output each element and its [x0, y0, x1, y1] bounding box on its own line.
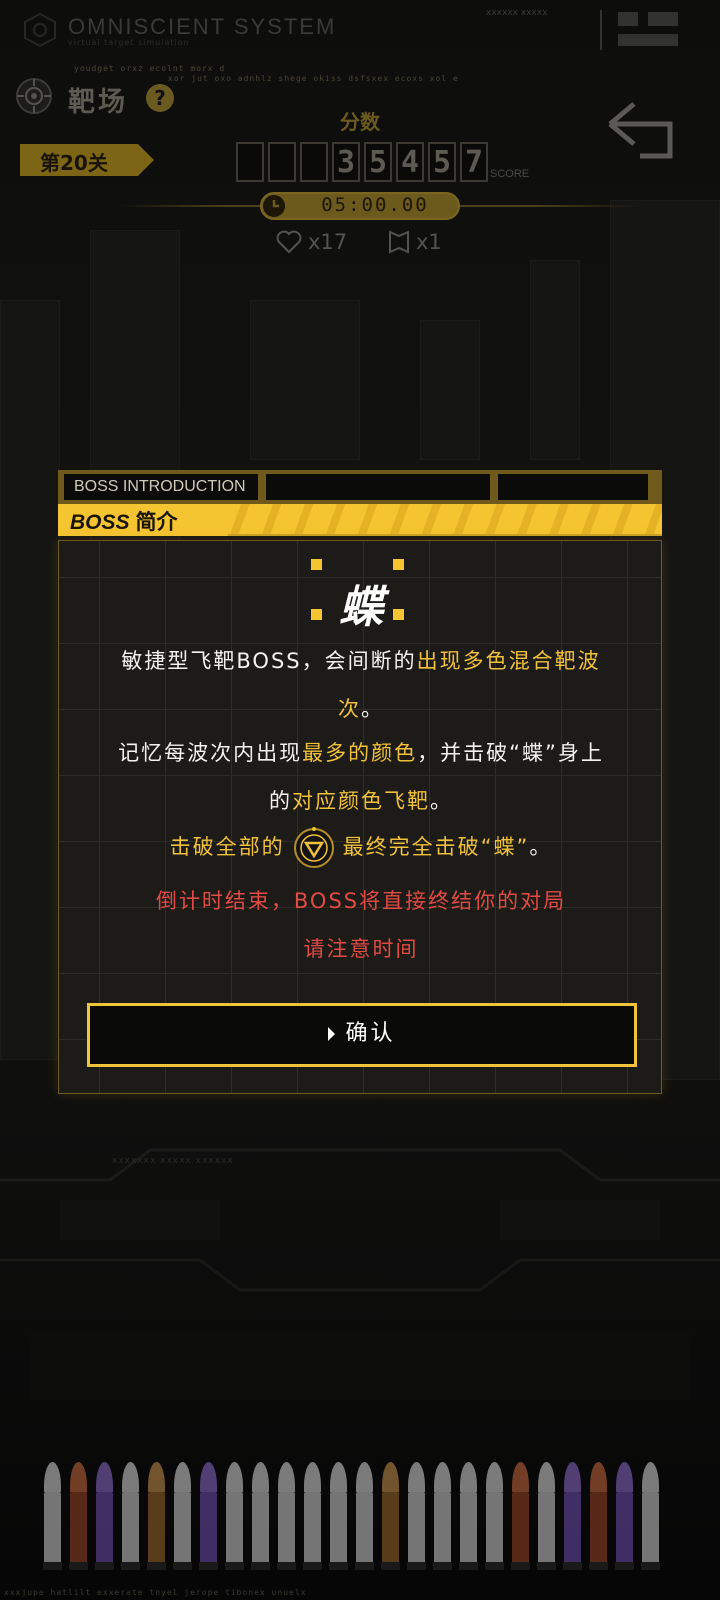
warning-line-1: 倒计时结束，BOSS将直接终结你的对局 — [155, 889, 567, 913]
play-arrow-icon — [328, 1027, 336, 1041]
ammo-bullet-icon — [329, 1462, 348, 1570]
ammo-bullet-icon — [355, 1462, 374, 1570]
score-display: 3 5 4 5 7 — [236, 142, 488, 182]
description-paragraph-1: 敏捷型飞靶BOSS，会间断的出现多色混合靶波 次。 — [79, 637, 643, 733]
score-digit: 7 — [460, 142, 488, 182]
background-console — [0, 1148, 720, 1400]
background-building — [250, 300, 360, 460]
ammo-bullet-icon — [615, 1462, 634, 1570]
description-text: 。 — [361, 697, 384, 721]
description-text: ，并击破“蝶”身上 — [417, 741, 604, 765]
ammo-bullet-icon — [173, 1462, 192, 1570]
ammo-bullet-icon — [641, 1462, 660, 1570]
description-highlight: 对应颜色飞靶 — [292, 789, 430, 813]
background-building — [0, 300, 60, 1060]
background-building — [420, 320, 480, 460]
system-title: OMNISCIENT SYSTEM — [68, 14, 337, 39]
bottom-ticker: xxxjupe hatlilt exxerate tnyel jerope ti… — [4, 1588, 307, 1597]
boss-core-target-icon — [293, 827, 334, 868]
ammo-bullet-icon — [485, 1462, 504, 1570]
shields-counter: x1 — [388, 230, 442, 254]
description-highlight: 击破全部的 — [169, 835, 285, 859]
ammo-bullet-icon — [251, 1462, 270, 1570]
shields-count: x1 — [416, 230, 442, 254]
description-paragraph-3: 击破全部的 最终完全击破“蝶”。 — [79, 823, 643, 871]
header-intro-word: 简介 — [135, 510, 178, 534]
description-highlight: 最终完全击破“蝶” — [342, 835, 530, 859]
ammo-row — [43, 1462, 684, 1570]
description-text: 。 — [430, 789, 453, 813]
description-highlight: 出现多色混合靶波 — [416, 649, 601, 673]
ammo-bullet-icon — [407, 1462, 426, 1570]
heart-icon — [276, 230, 302, 254]
countdown-timer: 05:00.00 — [321, 194, 429, 216]
signal-bars-icon — [600, 10, 678, 50]
header-english-title: BOSS INTRODUCTION — [74, 478, 246, 495]
ammo-bullet-icon — [589, 1462, 608, 1570]
boss-intro-header: BOSS INTRODUCTION BOSS 简介 — [58, 470, 662, 536]
system-top-bar: OMNISCIENT SYSTEM virtual target simulat… — [0, 0, 720, 60]
ammo-bullet-icon — [563, 1462, 582, 1570]
confirm-label: 确认 — [345, 1021, 396, 1046]
header-title: BOSS 简介 — [70, 506, 178, 536]
system-subtitle: virtual target simulation — [68, 38, 190, 47]
header-strip: BOSS INTRODUCTION — [58, 470, 662, 506]
lives-count: x17 — [308, 230, 348, 254]
ammo-bullet-icon — [225, 1462, 244, 1570]
lives-counter: x17 — [276, 230, 347, 254]
boss-intro-dialog: 蝶 敏捷型飞靶BOSS，会间断的出现多色混合靶波 次。 记忆每波次内出现最多的颜… — [58, 540, 662, 1094]
boss-name: 蝶 — [339, 582, 383, 633]
description-paragraph-2: 记忆每波次内出现最多的颜色，并击破“蝶”身上 的对应颜色飞靶。 — [79, 729, 643, 825]
ammo-bullet-icon — [199, 1462, 218, 1570]
confirm-button[interactable]: 确认 — [87, 1003, 637, 1067]
ammo-bullet-icon — [147, 1462, 166, 1570]
ammo-bullet-icon — [433, 1462, 452, 1570]
description-text: 敏捷型飞靶BOSS，会间断的 — [121, 649, 417, 673]
clock-icon — [263, 195, 285, 217]
score-digit: 5 — [364, 142, 392, 182]
score-digit: 4 — [396, 142, 424, 182]
ammo-bullet-icon — [511, 1462, 530, 1570]
ammo-bullet-icon — [121, 1462, 140, 1570]
score-digit — [236, 142, 264, 182]
header-boss-word: BOSS — [70, 511, 130, 534]
system-code: xxxxxx xxxxx — [486, 8, 548, 18]
back-arrow-icon[interactable] — [604, 100, 684, 166]
header-cell — [266, 474, 490, 500]
ammo-bullet-icon — [277, 1462, 296, 1570]
ammo-bullet-icon — [537, 1462, 556, 1570]
description-highlight: 最多的颜色 — [302, 741, 418, 765]
ticker-line-2: xor jut oxo adnhlz shege okiss dsfsxex e… — [168, 74, 459, 83]
warning-line-2: 请注意时间 — [303, 937, 419, 961]
corner-bracket — [311, 559, 322, 570]
score-digit: 3 — [332, 142, 360, 182]
description-text: 记忆每波次内出现 — [118, 741, 303, 765]
level-label: 第20关 — [40, 151, 108, 175]
shield-icon — [389, 230, 409, 254]
ammo-bullet-icon — [381, 1462, 400, 1570]
ammo-bullet-icon — [303, 1462, 322, 1570]
corner-bracket — [393, 559, 404, 570]
ammo-bullet-icon — [69, 1462, 88, 1570]
score-digit — [268, 142, 296, 182]
score-unit: SCORE — [490, 168, 530, 180]
ammo-bullet-icon — [95, 1462, 114, 1570]
ammo-bullet-icon — [459, 1462, 478, 1570]
ticker-line-1: youdget orxz ecolnt morx d — [74, 64, 226, 73]
score-digit: 5 — [428, 142, 456, 182]
description-text: 。 — [529, 835, 553, 859]
background-building — [530, 260, 580, 460]
header-cell — [498, 474, 648, 500]
description-highlight: 次 — [338, 697, 361, 721]
description-text: 的 — [269, 789, 292, 813]
console-code: xxxxxxx xxxxx xxxxxx — [112, 1156, 234, 1166]
system-logo-icon — [24, 12, 56, 48]
header-band: BOSS 简介 — [58, 504, 662, 536]
ammo-bullet-icon — [43, 1462, 62, 1570]
score-digit — [300, 142, 328, 182]
